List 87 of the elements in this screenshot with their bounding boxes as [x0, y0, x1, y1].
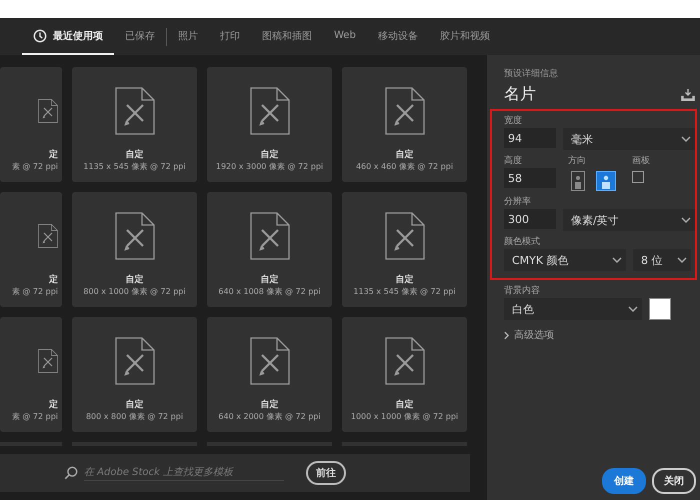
- preset-name: 定: [49, 274, 58, 286]
- preset-card[interactable]: 自定 800 x 1000 像素 @ 72 ppi: [72, 192, 197, 307]
- preset-card[interactable]: 自定 640 x 2000 像素 @ 72 ppi: [207, 317, 332, 432]
- preset-size: 素 @ 72 ppi: [12, 286, 58, 298]
- preset-card[interactable]: 自定 640 x 1008 像素 @ 72 ppi: [207, 192, 332, 307]
- preset-size: 460 x 460 像素 @ 72 ppi: [356, 161, 454, 173]
- preset-size: 800 x 1000 像素 @ 72 ppi: [83, 286, 186, 298]
- background-color-swatch[interactable]: [649, 298, 671, 320]
- preset-name: 自定: [396, 149, 414, 161]
- blank-document-icon: [114, 337, 154, 385]
- advanced-options-toggle[interactable]: 高级选项: [504, 324, 554, 346]
- preset-size: 1135 x 545 像素 @ 72 ppi: [83, 161, 186, 173]
- preset-title: 名片: [504, 84, 536, 105]
- background-dropdown[interactable]: 白色: [504, 298, 642, 320]
- field-label: 宽度: [504, 114, 523, 128]
- field-label: 背景内容: [504, 284, 541, 298]
- blank-document-icon: [250, 337, 290, 385]
- category-tab[interactable]: 打印: [209, 18, 251, 55]
- preset-size: 素 @ 72 ppi: [12, 161, 58, 173]
- save-preset-icon[interactable]: [681, 88, 695, 100]
- preset-size: 640 x 2000 像素 @ 72 ppi: [218, 411, 321, 423]
- portrait-orientation-icon[interactable]: [568, 171, 588, 191]
- preset-card[interactable]: 自定 1000 x 1000 像素 @ 72 ppi: [342, 317, 467, 432]
- clock-icon: [33, 28, 47, 42]
- preset-size: 1920 x 3000 像素 @ 72 ppi: [216, 161, 324, 173]
- blank-document-icon: [384, 212, 424, 260]
- blank-document-icon: [250, 87, 290, 135]
- category-tab[interactable]: 已保存: [114, 18, 166, 55]
- category-tab[interactable]: 胶片和视频: [428, 18, 501, 55]
- preset-name: 自定: [396, 274, 414, 286]
- chevron-down-icon: [681, 217, 691, 223]
- height-field[interactable]: 58: [504, 168, 556, 188]
- color-mode-dropdown[interactable]: CMYK 颜色: [504, 249, 626, 271]
- search-icon: [64, 466, 78, 480]
- preset-name: 定: [49, 149, 58, 161]
- field-label: 高度: [504, 154, 523, 168]
- preset-name: 定: [49, 399, 58, 411]
- close-button[interactable]: 关闭: [652, 468, 696, 494]
- section-heading: 预设详细信息: [503, 68, 559, 80]
- category-tab[interactable]: Web: [323, 18, 367, 55]
- field-label: 方向: [568, 154, 587, 168]
- blank-document-icon: [250, 212, 290, 260]
- chevron-down-icon: [612, 257, 622, 263]
- stock-search-field[interactable]: 在 Adobe Stock 上查找更多模板: [84, 465, 284, 481]
- preset-size: 1000 x 1000 像素 @ 72 ppi: [350, 411, 458, 423]
- preset-card[interactable]: 定 素 @ 72 ppi: [0, 192, 62, 307]
- preset-size: 1135 x 545 像素 @ 72 ppi: [353, 286, 456, 298]
- preset-name: 自定: [396, 399, 414, 411]
- preset-card[interactable]: 自定 1135 x 545 像素 @ 72 ppi: [72, 67, 197, 182]
- preset-card[interactable]: 自定 460 x 460 像素 @ 72 ppi: [342, 67, 467, 182]
- blank-document-icon: [114, 87, 154, 135]
- chevron-right-icon: [504, 330, 509, 340]
- blank-document-icon: [384, 87, 424, 135]
- create-button[interactable]: 创建: [602, 468, 646, 494]
- preset-card[interactable]: 定 素 @ 72 ppi: [0, 67, 62, 182]
- preset-name: 自定: [260, 274, 278, 286]
- preset-card[interactable]: 自定 1920 x 3000 像素 @ 72 ppi: [207, 67, 332, 182]
- unit-dropdown[interactable]: 毫米: [563, 128, 695, 150]
- preset-size: 640 x 1008 像素 @ 72 ppi: [218, 286, 321, 298]
- resolution-field[interactable]: 300: [504, 209, 556, 229]
- category-tab[interactable]: 照片: [167, 18, 209, 55]
- preset-size: 素 @ 72 ppi: [12, 411, 58, 423]
- preset-card[interactable]: 定 素 @ 72 ppi: [0, 317, 62, 432]
- go-button[interactable]: 前往: [306, 461, 346, 485]
- chevron-down-icon: [681, 136, 691, 142]
- field-label: 分辨率: [504, 196, 532, 209]
- blank-document-icon: [384, 337, 424, 385]
- artboard-checkbox[interactable]: [632, 171, 644, 183]
- chevron-down-icon: [677, 257, 687, 263]
- landscape-orientation-icon[interactable]: [596, 171, 616, 191]
- chevron-down-icon: [628, 306, 638, 312]
- field-label: 颜色模式: [504, 236, 541, 249]
- bit-depth-dropdown[interactable]: 8 位: [633, 249, 691, 271]
- preset-name: 自定: [260, 399, 278, 411]
- preset-name: 自定: [260, 149, 278, 161]
- preset-size: 800 x 800 像素 @ 72 ppi: [86, 411, 184, 423]
- category-tab[interactable]: 移动设备: [366, 18, 429, 55]
- preset-card[interactable]: 自定 800 x 800 像素 @ 72 ppi: [72, 317, 197, 432]
- resolution-unit-dropdown[interactable]: 像素/英寸: [563, 209, 695, 231]
- preset-name: 自定: [126, 274, 144, 286]
- field-label: 画板: [632, 154, 651, 168]
- preset-card[interactable]: 自定 1135 x 545 像素 @ 72 ppi: [342, 192, 467, 307]
- blank-document-icon: [114, 212, 154, 260]
- preset-name: 自定: [126, 399, 144, 411]
- width-field[interactable]: 94: [504, 128, 556, 148]
- category-tab[interactable]: 图稿和插图: [251, 18, 323, 55]
- preset-name: 自定: [126, 149, 144, 161]
